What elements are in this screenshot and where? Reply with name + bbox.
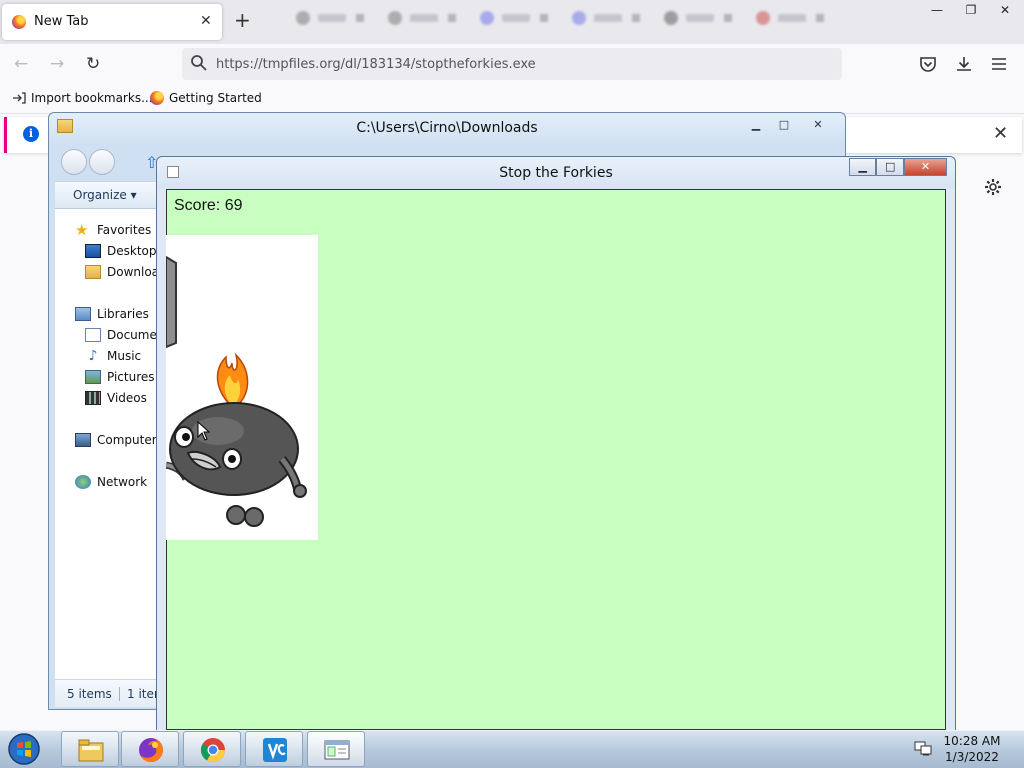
music-icon: ♪ xyxy=(88,348,98,364)
nav-label: Pictures xyxy=(107,370,155,384)
new-tab-button[interactable]: + xyxy=(234,10,251,30)
libraries-icon xyxy=(75,307,91,321)
download-icon[interactable] xyxy=(954,54,974,74)
bookmark-label: Getting Started xyxy=(169,91,262,105)
bomb-forkie-character xyxy=(166,255,307,527)
nav-desktop[interactable]: Desktop xyxy=(85,244,157,258)
windows-start-button[interactable] xyxy=(4,732,44,766)
mouse-cursor-icon xyxy=(197,421,211,441)
system-clock[interactable]: 10:28 AM 1/3/2022 xyxy=(940,733,1004,765)
nav-label: Music xyxy=(107,349,142,363)
organize-button[interactable]: Organize ▾ xyxy=(73,188,137,202)
explorer-title-bar[interactable]: C:\Users\Cirno\Downloads ▁ □ ✕ xyxy=(49,113,845,143)
maximize-button[interactable]: ❐ xyxy=(954,0,988,20)
nav-label: Desktop xyxy=(107,244,157,258)
taskbar-file-explorer[interactable] xyxy=(61,731,119,767)
url-bar[interactable]: https://tmpfiles.org/dl/183134/stopthefo… xyxy=(182,48,842,80)
background-tab[interactable] xyxy=(480,10,548,26)
explorer-back-button[interactable] xyxy=(61,149,87,175)
import-icon xyxy=(13,92,26,104)
hamburger-menu-icon[interactable] xyxy=(990,55,1008,73)
downloads-folder-icon xyxy=(85,265,101,279)
game-title-bar[interactable]: Stop the Forkies ▁ □ ✕ xyxy=(157,157,955,189)
bookmark-getting-started[interactable]: Getting Started xyxy=(150,91,262,105)
background-tab[interactable] xyxy=(756,10,824,26)
clock-time: 10:28 AM xyxy=(943,734,1001,748)
explorer-back-forward xyxy=(61,149,121,175)
tab-close-icon[interactable]: ✕ xyxy=(200,13,212,29)
documents-icon xyxy=(85,328,101,342)
back-arrow-icon[interactable]: ← xyxy=(14,54,28,74)
app-window-icon xyxy=(324,740,350,760)
tab-new-tab[interactable]: New Tab ✕ xyxy=(2,4,222,40)
forkie-sprite[interactable] xyxy=(166,235,318,540)
minimize-button[interactable]: — xyxy=(920,0,954,20)
game-window-controls: ▁ □ ✕ xyxy=(849,158,948,176)
game-title: Stop the Forkies xyxy=(499,165,613,181)
nav-pictures[interactable]: Pictures xyxy=(85,370,155,384)
explorer-title: C:\Users\Cirno\Downloads xyxy=(356,120,538,136)
nav-label: Libraries xyxy=(97,307,149,321)
firefox-icon xyxy=(12,15,26,29)
network-icon xyxy=(75,475,91,489)
background-tab[interactable] xyxy=(664,10,732,26)
nav-videos[interactable]: Videos xyxy=(85,391,147,405)
game-maximize-button[interactable]: □ xyxy=(876,158,904,176)
taskbar-game-window[interactable] xyxy=(307,731,365,767)
status-item-count: 5 items xyxy=(67,687,112,701)
taskbar-vscode[interactable] xyxy=(245,731,303,767)
score-label: Score: 69 xyxy=(174,197,243,214)
info-icon: i xyxy=(23,126,39,142)
forward-arrow-icon[interactable]: → xyxy=(50,54,64,74)
file-explorer-icon xyxy=(78,739,104,762)
pictures-icon xyxy=(85,370,101,384)
network-tray-icon[interactable] xyxy=(914,740,932,756)
nav-label: Videos xyxy=(107,391,147,405)
taskbar-firefox[interactable] xyxy=(121,731,179,767)
notification-close-icon[interactable]: ✕ xyxy=(993,123,1008,144)
nav-network[interactable]: Network xyxy=(75,475,147,489)
firefox-icon xyxy=(150,91,164,105)
browser-window-controls: — ❐ ✕ xyxy=(920,0,1024,20)
background-tab[interactable] xyxy=(572,10,640,26)
pocket-icon[interactable] xyxy=(918,54,938,74)
desktop-icon xyxy=(85,244,101,258)
nav-label: Network xyxy=(97,475,148,489)
nav-label: Computer xyxy=(97,433,157,447)
nav-libraries[interactable]: Libraries xyxy=(75,307,149,321)
clock-date: 1/3/2022 xyxy=(945,750,999,764)
vscode-icon xyxy=(263,738,287,762)
url-text: https://tmpfiles.org/dl/183134/stopthefo… xyxy=(216,57,536,72)
explorer-maximize-button[interactable]: □ xyxy=(771,117,797,135)
star-icon: ★ xyxy=(75,221,89,239)
nav-computer[interactable]: Computer xyxy=(75,433,157,447)
search-icon xyxy=(191,55,207,71)
bookmark-import[interactable]: Import bookmarks... xyxy=(12,91,153,105)
chrome-icon xyxy=(200,738,225,763)
explorer-close-button[interactable]: ✕ xyxy=(805,117,831,135)
status-divider xyxy=(119,687,120,701)
taskbar-chrome[interactable] xyxy=(183,731,241,767)
computer-icon xyxy=(75,433,91,447)
game-close-button[interactable]: ✕ xyxy=(903,158,948,176)
navigation-pane: ★ Favorites Desktop Downloads Libraries … xyxy=(55,209,175,679)
nav-favorites[interactable]: ★ Favorites xyxy=(75,221,152,239)
gear-icon[interactable] xyxy=(984,178,1002,196)
close-button[interactable]: ✕ xyxy=(988,0,1022,20)
tab-title: New Tab xyxy=(34,14,89,29)
background-tab[interactable] xyxy=(296,10,364,26)
game-minimize-button[interactable]: ▁ xyxy=(849,158,877,176)
explorer-forward-button[interactable] xyxy=(89,149,115,175)
bookmark-label: Import bookmarks... xyxy=(31,91,153,105)
firefox-icon xyxy=(139,738,163,762)
explorer-minimize-button[interactable]: ▁ xyxy=(743,117,769,135)
reload-icon[interactable]: ↻ xyxy=(86,54,100,74)
videos-icon xyxy=(85,391,101,405)
background-tab[interactable] xyxy=(388,10,456,26)
nav-music[interactable]: ♪ Music xyxy=(85,348,142,364)
nav-label: Favorites xyxy=(97,223,152,237)
